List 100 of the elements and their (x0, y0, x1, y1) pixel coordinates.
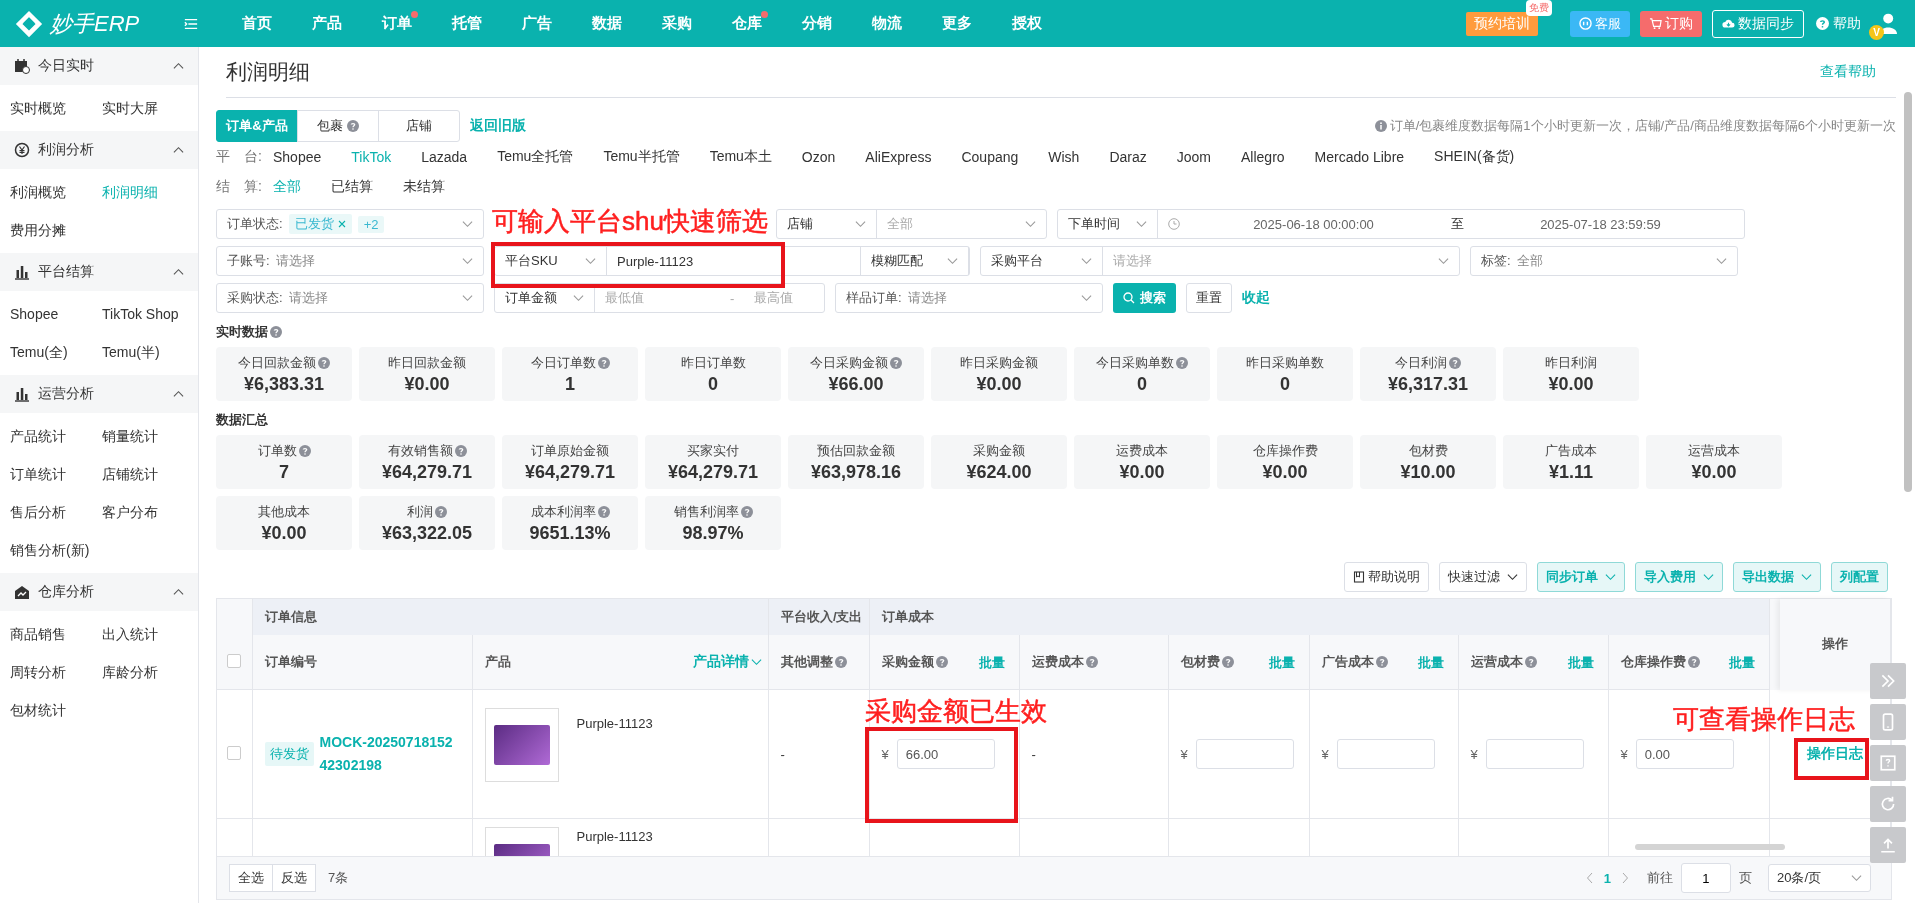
toolbar-button[interactable]: 帮助说明 (1344, 562, 1429, 592)
filter-option[interactable]: Lazada (421, 149, 468, 165)
annotation-text: 可输入平台shu快速筛选 (492, 205, 768, 238)
cost-input[interactable] (1336, 739, 1435, 769)
sidebar-group-header[interactable]: 平台结算 (0, 253, 198, 291)
sidebar-item[interactable]: 实时概览 (10, 89, 102, 127)
refresh-button[interactable] (1870, 786, 1906, 822)
tab[interactable]: 包裹 (297, 110, 379, 142)
filter-option[interactable]: Temu半托管 (603, 148, 680, 166)
sidebar-item[interactable]: 周转分析 (10, 653, 102, 691)
select-all-button[interactable]: 全选 (229, 864, 273, 892)
filter-option[interactable]: Temu全托管 (497, 148, 574, 166)
sample-order-select[interactable]: 样品订单: 请选择 (835, 283, 1103, 313)
match-mode-select[interactable]: 模糊匹配 (861, 247, 969, 275)
time-type-select[interactable]: 下单时间 (1058, 210, 1158, 238)
collapse-button[interactable] (1870, 663, 1906, 699)
sidebar-item[interactable]: Temu(全) (10, 333, 102, 371)
filter-option[interactable]: Daraz (1109, 149, 1147, 165)
stat-label: 仓库操作费 (1252, 441, 1318, 460)
purchase-platform-filter[interactable]: 采购平台 请选择 (980, 246, 1460, 276)
select-all-checkbox[interactable] (227, 653, 241, 668)
chevron-right-icon[interactable] (1620, 872, 1629, 884)
sub-account-select[interactable]: 子账号: 请选择 (216, 246, 484, 276)
sidebar-item[interactable]: TikTok Shop (102, 295, 202, 333)
page-input[interactable]: 1 (1680, 863, 1731, 893)
toolbar-button[interactable]: 快速过滤 (1439, 562, 1527, 592)
filter-option[interactable]: 已结算 (331, 178, 373, 196)
sidebar-item[interactable]: Shopee (10, 295, 102, 333)
vertical-scrollbar[interactable] (1904, 92, 1912, 492)
order-time-filter[interactable]: 下单时间 2025-06-18 00:00:00 至 2025-07-18 23:59:59 (1057, 209, 1745, 239)
filter-option[interactable]: AliExpress (865, 149, 932, 165)
cost-input[interactable]: 0.00 (1635, 739, 1734, 769)
filter-option[interactable]: Allegro (1241, 149, 1285, 165)
sidebar-item[interactable]: 产品统计 (10, 417, 102, 455)
sidebar-group-header[interactable]: 仓库分析 (0, 573, 198, 611)
invert-selection-button[interactable]: 反选 (272, 864, 316, 892)
sidebar-item[interactable]: 包材统计 (10, 691, 102, 729)
sidebar-group-title: 平台结算 (38, 263, 94, 281)
horizontal-scrollbar[interactable] (1635, 844, 1785, 850)
filter-option[interactable]: Mercado Libre (1314, 149, 1405, 165)
chevron-left-icon[interactable] (1585, 872, 1594, 884)
sidebar-item[interactable]: 订单统计 (10, 455, 102, 493)
sidebar-group-header[interactable]: 利润分析 (0, 131, 198, 169)
sidebar-item[interactable]: 销量统计 (102, 417, 202, 455)
stat-value: 7 (279, 461, 289, 483)
sidebar-group-header[interactable]: 运营分析 (0, 375, 198, 413)
column-header: 仓库操作费 (1620, 653, 1686, 671)
sidebar-item[interactable]: 店铺统计 (102, 455, 202, 493)
filter-option[interactable]: Ozon (801, 149, 836, 165)
tab[interactable]: 店铺 (378, 110, 460, 142)
back-to-top-button[interactable] (1870, 827, 1906, 863)
sidebar-item[interactable]: 出入统计 (102, 615, 202, 653)
filter-option[interactable]: Temu本土 (709, 148, 772, 166)
info-icon (1374, 120, 1387, 132)
row-checkbox[interactable] (227, 745, 241, 760)
stat-value: 1 (565, 373, 575, 395)
stat-label: 成本利润率 (530, 502, 596, 521)
filter-option[interactable]: Shopee (273, 149, 322, 165)
sku-filter[interactable]: 平台SKU Purple-11123 模糊匹配 (494, 246, 970, 276)
cost-input[interactable] (1485, 739, 1584, 769)
stat-value: ¥0.00 (1119, 461, 1165, 483)
reset-button[interactable]: 重置 (1186, 283, 1232, 313)
close-icon[interactable] (337, 220, 346, 228)
sidebar-item[interactable]: 库龄分析 (102, 653, 202, 691)
mobile-button[interactable] (1870, 704, 1906, 740)
sidebar-item[interactable]: 客户分布 (102, 493, 202, 531)
sku-type-select[interactable]: 平台SKU (495, 247, 607, 275)
sidebar-item[interactable]: 商品销售 (10, 615, 102, 653)
column-group-header: 平台收入/支出 (780, 609, 863, 624)
filter-option[interactable]: SHEIN(备货) (1434, 148, 1515, 166)
amount-type-select[interactable]: 订单金额 (495, 284, 595, 312)
purchase-status-select[interactable]: 采购状态: 请选择 (216, 283, 484, 313)
sidebar-item[interactable]: 费用分摊 (10, 211, 102, 249)
currency-symbol: ¥ (1470, 746, 1478, 762)
order-status-select[interactable]: 订单状态: 已发货 +2 (216, 209, 484, 239)
menu-icon[interactable] (184, 17, 198, 30)
date-range-field[interactable]: 2025-06-18 00:00:00 至 2025-07-18 23:59:59 (1158, 210, 1744, 238)
sidebar-item[interactable]: 售后分析 (10, 493, 102, 531)
tag-select[interactable]: 标签: 全部 (1470, 246, 1738, 276)
sidebar-item[interactable]: 实时大屏 (102, 89, 202, 127)
sidebar-item[interactable]: 利润概览 (10, 173, 102, 211)
sidebar-item[interactable]: Temu(半) (102, 333, 202, 371)
page-size-select[interactable]: 20条/页 (1767, 864, 1871, 892)
stat-label: 运费成本 (1116, 441, 1168, 460)
purchase-platform-select[interactable]: 采购平台 (981, 247, 1103, 275)
sidebar-group-header[interactable]: 今日实时 (0, 47, 198, 85)
sidebar-item[interactable]: 销售分析(新) (10, 531, 102, 569)
filter-option[interactable]: Joom (1176, 149, 1211, 165)
cost-input[interactable]: 66.00 (896, 739, 995, 769)
cost-input[interactable] (1195, 739, 1294, 769)
filter-option[interactable]: 未结算 (403, 178, 445, 196)
chevron-down-icon (1716, 257, 1727, 265)
sku-input[interactable]: Purple-11123 (607, 247, 861, 275)
guide-button[interactable] (1870, 745, 1906, 781)
column-group-header: 订单成本 (881, 609, 934, 624)
filter-option[interactable]: Wish (1048, 149, 1080, 165)
filter-label: 结 算: (216, 178, 263, 196)
shop-filter[interactable]: 店铺 全部 (776, 209, 1047, 239)
shop-select[interactable]: 店铺 (777, 210, 877, 238)
filter-option[interactable]: Coupang (961, 149, 1019, 165)
